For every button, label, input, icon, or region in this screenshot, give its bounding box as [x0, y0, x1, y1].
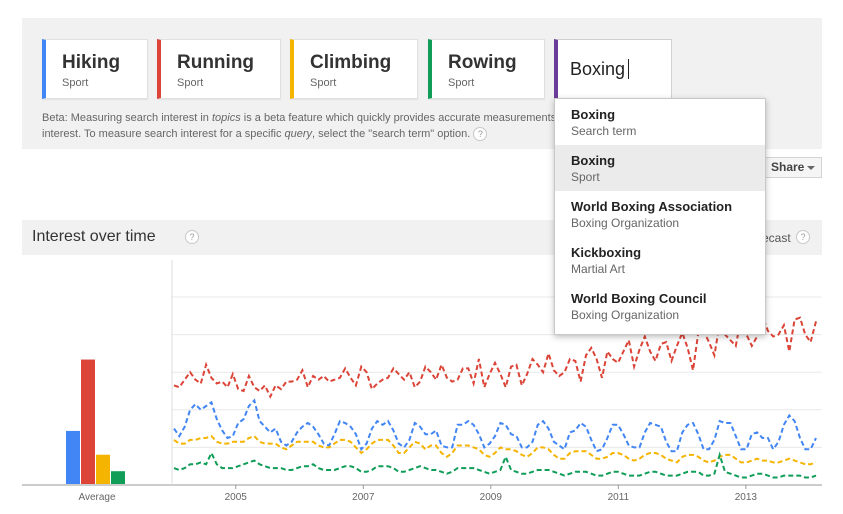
term-type: Sport	[310, 77, 337, 89]
suggestion-item[interactable]: Boxing Sport	[555, 145, 765, 191]
series-line	[173, 398, 817, 453]
section-title: Interest over time	[32, 228, 156, 245]
x-tick-label: 2013	[735, 492, 758, 503]
term-name: Rowing	[448, 52, 517, 73]
help-icon[interactable]: ?	[796, 230, 810, 244]
series-line	[173, 434, 817, 466]
term-name: Climbing	[310, 52, 392, 73]
average-bar	[96, 454, 110, 484]
x-ticks: 2005 2007 2009 2011 2013	[225, 485, 758, 503]
series-line	[173, 450, 817, 479]
term-card-climbing[interactable]: Climbing Sport	[290, 39, 418, 99]
beta-notice: Beta: Measuring search interest in topic…	[42, 112, 557, 142]
term-type: Sport	[448, 77, 475, 89]
suggestion-item[interactable]: Boxing Search term	[555, 99, 765, 145]
x-tick-label: 2009	[480, 492, 503, 503]
average-bar	[66, 430, 80, 484]
share-label: Share	[771, 160, 805, 174]
term-type: Sport	[62, 77, 89, 89]
suggestion-item[interactable]: World Boxing Association Boxing Organiza…	[555, 191, 765, 237]
x-tick-label: 2007	[352, 492, 375, 503]
text-caret	[628, 59, 629, 79]
chart-lines	[173, 312, 817, 479]
add-term-card[interactable]	[554, 39, 672, 99]
suggestion-item[interactable]: World Boxing Council Boxing Organization	[555, 283, 765, 329]
term-name: Hiking	[62, 52, 121, 73]
average-bar	[111, 471, 125, 484]
help-icon[interactable]: ?	[185, 230, 199, 244]
autocomplete-dropdown: Boxing Search term Boxing Sport World Bo…	[554, 98, 766, 335]
share-button[interactable]: Share	[764, 157, 822, 178]
term-name: Running	[177, 52, 255, 73]
average-bar	[81, 359, 95, 484]
x-tick-label: 2005	[225, 492, 248, 503]
term-card-rowing[interactable]: Rowing Sport	[428, 39, 545, 99]
suggestion-item[interactable]: Kickboxing Martial Art	[555, 237, 765, 283]
term-card-hiking[interactable]: Hiking Sport	[42, 39, 148, 99]
average-label: Average	[78, 492, 116, 503]
help-icon[interactable]: ?	[473, 127, 488, 142]
term-card-running[interactable]: Running Sport	[157, 39, 281, 99]
term-type: Sport	[177, 77, 204, 89]
chevron-down-icon	[807, 166, 815, 170]
forecast-toggle[interactable]: ecast	[762, 231, 791, 245]
x-tick-label: 2011	[608, 492, 630, 503]
term-search-input[interactable]	[570, 57, 666, 81]
average-bars	[66, 359, 125, 484]
